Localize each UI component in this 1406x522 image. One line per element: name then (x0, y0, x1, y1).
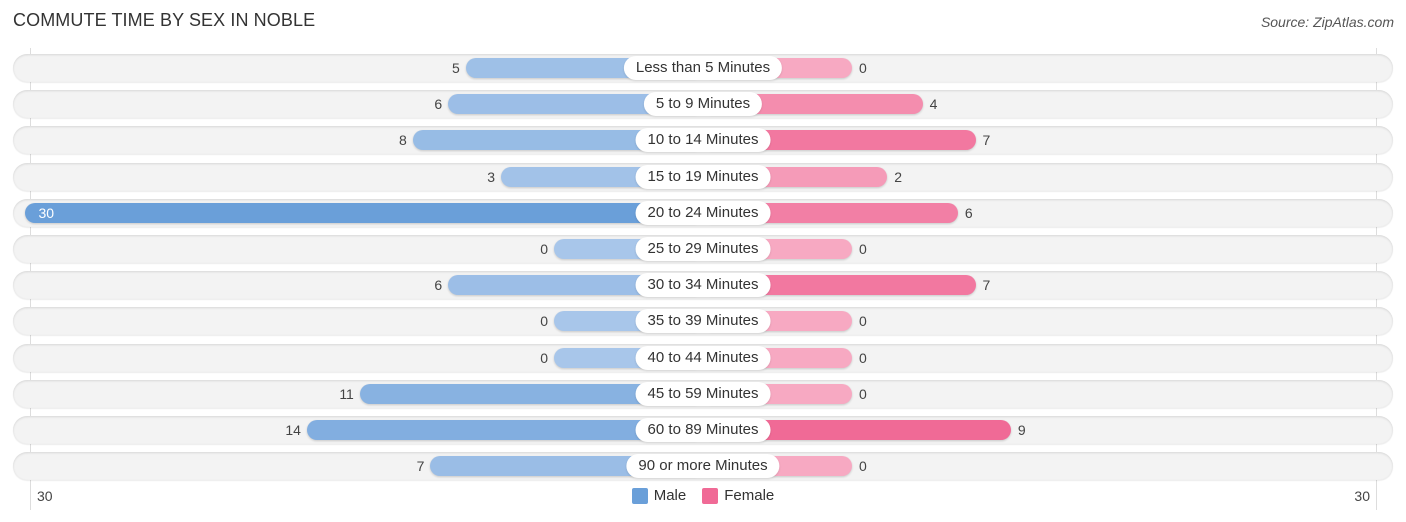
value-label-male: 14 (285, 422, 301, 438)
category-label: 25 to 29 Minutes (635, 237, 771, 261)
legend-label-female: Female (724, 487, 775, 504)
value-label-female: 7 (982, 132, 991, 149)
category-label: 10 to 14 Minutes (635, 128, 771, 153)
value-label-male: 8 (399, 132, 407, 149)
value-label-female: 9 (1017, 422, 1026, 438)
value-label-female: 0 (859, 241, 867, 257)
value-label-female: 2 (894, 168, 903, 185)
legend-item-male: Male (631, 487, 687, 504)
bar-male (24, 202, 703, 223)
value-label-male: 7 (416, 458, 425, 475)
value-label-male: 3 (487, 168, 496, 185)
value-label-female: 4 (929, 96, 938, 113)
value-label-female: 7 (982, 277, 991, 294)
value-label-female: 0 (859, 349, 867, 366)
category-label: 5 to 9 Minutes (643, 92, 763, 117)
category-label: 15 to 19 Minutes (635, 164, 771, 189)
value-label-female: 0 (859, 313, 867, 330)
legend-swatch-male (631, 487, 648, 504)
category-label: 45 to 59 Minutes (635, 381, 771, 406)
value-label-female: 6 (964, 204, 973, 221)
value-label-male: 5 (451, 60, 460, 76)
value-label-male: 11 (339, 385, 354, 402)
source-label: Source: ZipAtlas.com (1260, 14, 1394, 30)
chart-title: COMMUTE TIME BY SEX IN NOBLE (13, 10, 316, 30)
value-label-male: 6 (434, 96, 443, 113)
category-label: 35 to 39 Minutes (635, 309, 771, 334)
value-label-male: 6 (434, 277, 443, 294)
category-label: 20 to 24 Minutes (635, 200, 771, 225)
value-label-female: 0 (859, 385, 867, 402)
legend-label-male: Male (653, 487, 687, 504)
category-label: 60 to 89 Minutes (635, 418, 771, 442)
value-label-male: 0 (540, 349, 548, 366)
category-label: 90 or more Minutes (626, 454, 780, 479)
legend: Male Female (0, 487, 1406, 504)
value-label-male: 30 (38, 204, 55, 221)
category-label: 40 to 44 Minutes (635, 345, 771, 370)
category-label: Less than 5 Minutes (623, 56, 783, 80)
value-label-female: 0 (859, 458, 867, 475)
value-label-male: 0 (540, 241, 548, 257)
value-label-male: 0 (540, 313, 548, 330)
value-label-female: 0 (859, 60, 867, 76)
legend-swatch-female (702, 487, 719, 504)
legend-item-female: Female (702, 487, 774, 504)
category-label: 30 to 34 Minutes (635, 273, 771, 298)
